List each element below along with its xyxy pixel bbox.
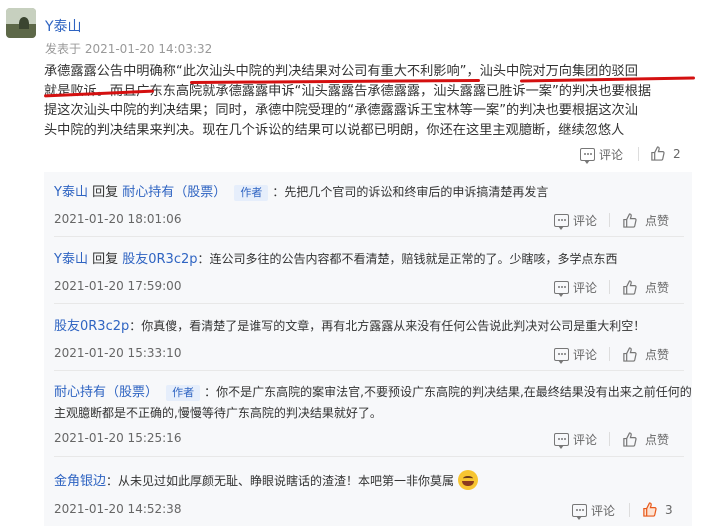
like-label: 点赞 — [645, 214, 670, 228]
reply-comment-button[interactable]: 评论 — [554, 279, 598, 297]
reply-text: ：连公司多往的公告内容都不看清楚，赔钱就是正常的了。少瞎咳，多学点东西 — [197, 252, 618, 266]
reply-target[interactable]: 耐心持有（股票） — [122, 185, 226, 200]
post-body: 承德露露公告中明确称“此次汕头中院的判决结果对公司有重大不利影响”，汕头中院对万… — [44, 62, 696, 140]
comment-label: 评论 — [599, 148, 624, 162]
divider — [54, 456, 684, 457]
like-label: 点赞 — [645, 433, 670, 447]
reply-item: Y泰山 回复 股友0R3c2p：连公司多往的公告内容都不看清楚，赔钱就是正常的了… — [54, 249, 684, 297]
reply-time: 2021-01-20 18:01:06 — [54, 212, 182, 226]
like-count: 3 — [665, 502, 673, 517]
reply-like-button[interactable]: 3 — [642, 502, 673, 517]
divider — [54, 370, 684, 371]
comment-label: 评论 — [591, 504, 616, 518]
reply-item: 耐心持有（股票） 作者 ：你不是广东高院的案审法官,不要预设广东高院的判决结果,在… — [54, 382, 692, 449]
comment-icon — [554, 281, 569, 297]
divider — [609, 432, 610, 446]
reply-time: 2021-01-20 15:33:10 — [54, 346, 182, 360]
reply-text: ：从未见过如此厚颜无耻、睁眼说瞎话的渣渣！本吧第一非你莫属 — [106, 474, 455, 488]
reply-item: 股友0R3c2p：你真傻，看清楚了是谁写的文章，再有北方露露从来没有任何公告说此… — [54, 316, 684, 364]
post-comment-button[interactable]: 评论 — [580, 146, 624, 164]
reply-user[interactable]: Y泰山 — [54, 252, 88, 267]
reply-like-button[interactable]: 点赞 — [622, 212, 669, 229]
reply-time: 2021-01-20 14:52:38 — [54, 502, 182, 516]
divider — [609, 347, 610, 361]
thumbs-up-icon — [623, 213, 637, 228]
reply-comment-button[interactable]: 评论 — [554, 346, 598, 364]
comment-icon — [554, 348, 569, 364]
reply-user[interactable]: 股友0R3c2p — [54, 319, 129, 334]
like-count: 2 — [673, 146, 681, 161]
reply-like-button[interactable]: 点赞 — [622, 431, 669, 448]
reply-like-button[interactable]: 点赞 — [622, 279, 669, 296]
divider — [609, 213, 610, 227]
divider — [638, 147, 639, 161]
reply-comment-button[interactable]: 评论 — [554, 212, 598, 230]
divider — [609, 280, 610, 294]
post-line: 提这次汕头中院的判决结果；同时，承德中院受理的“承德露露诉王宝林等一案”的判决也… — [44, 103, 638, 118]
reply-time: 2021-01-20 15:25:16 — [54, 431, 182, 445]
reply-user[interactable]: Y泰山 — [54, 185, 88, 200]
post-like-button[interactable]: 2 — [650, 146, 681, 161]
comment-label: 评论 — [573, 281, 598, 295]
avatar[interactable] — [6, 8, 36, 38]
thumbs-up-icon — [651, 146, 665, 161]
like-label: 点赞 — [645, 281, 670, 295]
divider — [629, 503, 630, 517]
post-line: 头中院的判决结果来判决。现在几个诉讼的结果可以说都已明朗，你还在这里主观臆断，继… — [44, 122, 625, 138]
reply-list: Y泰山 回复 耐心持有（股票） 作者 ：先把几个官司的诉讼和终审后的申诉搞清楚再发… — [44, 172, 692, 526]
reply-text: ：你不是广东高院的案审法官,不要预设广东高院的判决结果,在最终结果没有出来之前任… — [204, 385, 692, 399]
post-time: 发表于 2021-01-20 14:03:32 — [45, 42, 213, 56]
reply-item: 金角银边：从未见过如此厚颜无耻、睁眼说瞎话的渣渣！本吧第一非你莫属 2021-0… — [54, 470, 684, 520]
like-label: 点赞 — [645, 348, 670, 362]
reply-user[interactable]: 金角银边 — [54, 474, 106, 489]
comment-label: 评论 — [573, 433, 598, 447]
reply-target[interactable]: 股友0R3c2p — [122, 252, 197, 267]
reply-word: 回复 — [92, 185, 119, 200]
reply-comment-button[interactable]: 评论 — [572, 502, 616, 520]
reply-text: ：你真傻，看清楚了是谁写的文章，再有北方露露从来没有任何公告说此判决对公司是重大… — [129, 319, 646, 333]
comment-icon — [580, 148, 595, 164]
comment-icon — [554, 214, 569, 230]
comment-icon — [572, 504, 587, 520]
reply-item: Y泰山 回复 耐心持有（股票） 作者 ：先把几个官司的诉讼和终审后的申诉搞清楚再发… — [54, 182, 684, 230]
author-tag: 作者 — [166, 385, 201, 401]
reply-like-button[interactable]: 点赞 — [622, 346, 669, 363]
thumbs-up-icon — [623, 432, 637, 447]
reply-time: 2021-01-20 17:59:00 — [54, 279, 182, 293]
thumbs-up-icon — [643, 502, 657, 517]
reply-text: ：先把几个官司的诉讼和终审后的申诉搞清楚再发言 — [272, 185, 549, 199]
reply-user[interactable]: 耐心持有（股票） — [54, 385, 158, 400]
divider — [54, 303, 684, 304]
thumbs-up-icon — [623, 347, 637, 362]
post-author[interactable]: Y泰山 — [45, 16, 82, 36]
comment-icon — [554, 433, 569, 449]
thumbs-up-icon — [623, 280, 637, 295]
laughing-emoji-icon — [458, 470, 479, 490]
divider — [54, 236, 684, 237]
comment-label: 评论 — [573, 348, 598, 362]
reply-comment-button[interactable]: 评论 — [554, 431, 598, 449]
reply-text-cont: 主观臆断都是不正确的,慢慢等待广东高院的判决结果就好了。 — [54, 406, 382, 420]
comment-label: 评论 — [573, 214, 598, 228]
reply-word: 回复 — [92, 252, 119, 267]
author-tag: 作者 — [234, 185, 269, 201]
